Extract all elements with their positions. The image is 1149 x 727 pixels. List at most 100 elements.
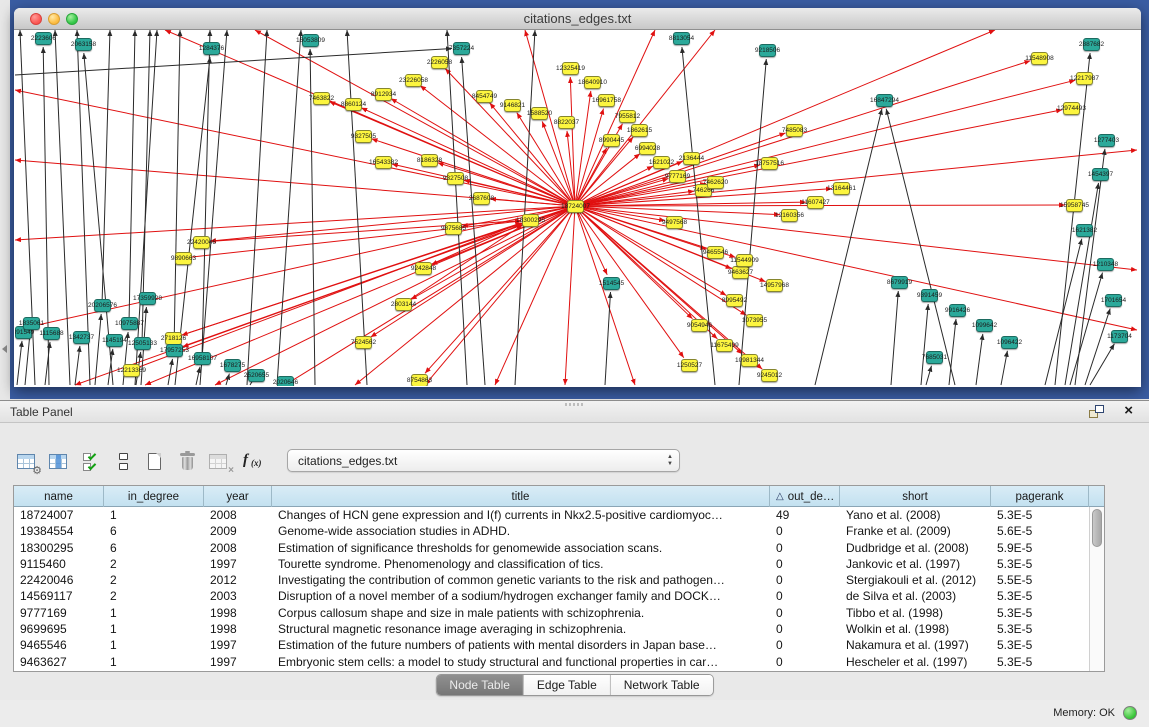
column-header-name[interactable]: name [14, 486, 104, 507]
table-cell[interactable]: 2008 [204, 540, 272, 556]
table-cell[interactable]: 18300295 [14, 540, 104, 556]
table-row[interactable]: 969969511998Structural magnetic resonanc… [14, 621, 1104, 637]
graph-node[interactable]: 8990445 [603, 134, 620, 147]
graph-node[interactable]: 2887682 [1083, 38, 1100, 51]
table-row[interactable]: 946554611997Estimation of the future num… [14, 637, 1104, 653]
table-cell[interactable]: Wolkin et al. (1998) [840, 621, 991, 637]
graph-node[interactable]: 23226058 [405, 74, 422, 87]
graph-node[interactable]: 15958745 [1066, 199, 1083, 212]
table-cell[interactable]: 0 [770, 621, 840, 637]
table-cell[interactable]: Changes of HCN gene expression and I(f) … [272, 507, 770, 523]
table-cell[interactable]: 5.3E-5 [991, 507, 1089, 523]
table-cell[interactable]: Jankovic et al. (1997) [840, 556, 991, 572]
graph-node[interactable]: 1096422 [1001, 336, 1018, 349]
graph-node[interactable]: 7357224 [453, 42, 470, 55]
table-cell[interactable]: Tourette syndrome. Phenomenology and cla… [272, 556, 770, 572]
select-all-icon[interactable] [80, 450, 104, 474]
graph-node[interactable]: 13164461 [833, 182, 850, 195]
graph-node[interactable]: 7463822 [313, 92, 330, 105]
graph-node[interactable]: 9242848 [415, 262, 432, 275]
graph-node[interactable]: 7685031 [926, 351, 943, 364]
table-cell[interactable]: 22420046 [14, 572, 104, 588]
graph-node[interactable]: 7462620 [707, 176, 724, 189]
graph-node[interactable]: 2063158 [75, 38, 92, 51]
panel-resize-grip[interactable] [565, 403, 585, 406]
graph-node[interactable]: 18300295 [522, 214, 539, 227]
table-cell[interactable]: 1997 [204, 556, 272, 572]
table-cell[interactable]: Embryonic stem cells: a model to study s… [272, 654, 770, 670]
table-cell[interactable]: 1998 [204, 605, 272, 621]
table-cell[interactable]: Disruption of a novel member of a sodium… [272, 588, 770, 604]
graph-node[interactable]: 2803144 [395, 298, 412, 311]
delete-column-icon[interactable] [176, 450, 200, 474]
table-cell[interactable]: 1 [104, 654, 204, 670]
table-cell[interactable]: 5.5E-5 [991, 572, 1089, 588]
table-row[interactable]: 946362711997Embryonic stem cells: a mode… [14, 654, 1104, 670]
column-header-short[interactable]: short [840, 486, 991, 507]
graph-node[interactable]: 16053809 [302, 34, 319, 47]
table-cell[interactable]: 9463627 [14, 654, 104, 670]
table-row[interactable]: 1456911722003Disruption of a novel membe… [14, 588, 1104, 604]
table-select-dropdown[interactable]: citations_edges.txt ▲▼ [287, 449, 680, 472]
graph-node[interactable]: 17957253 [166, 344, 183, 357]
table-cell[interactable]: 1 [104, 637, 204, 653]
table-cell[interactable]: 5.6E-5 [991, 523, 1089, 539]
table-cell[interactable]: 0 [770, 540, 840, 556]
table-row[interactable]: 1872400712008Changes of HCN gene express… [14, 507, 1104, 523]
table-row[interactable]: 911546021997Tourette syndrome. Phenomeno… [14, 556, 1104, 572]
table-row[interactable]: 2242004622012Investigating the contribut… [14, 572, 1104, 588]
table-cell[interactable]: Franke et al. (2009) [840, 523, 991, 539]
graph-node[interactable]: 1284376 [203, 42, 220, 55]
table-cell[interactable]: 2012 [204, 572, 272, 588]
graph-node[interactable]: 2687608 [473, 192, 490, 205]
table-cell[interactable]: 2 [104, 556, 204, 572]
table-scrollbar[interactable] [1089, 507, 1104, 671]
graph-node[interactable]: 1073955 [746, 314, 763, 327]
table-cell[interactable]: Nakamura et al. (1997) [840, 637, 991, 653]
show-columns-icon[interactable] [48, 450, 72, 474]
graph-node[interactable]: 1678275 [224, 359, 241, 372]
graph-node[interactable]: 9146821 [504, 99, 521, 112]
graph-node[interactable]: 8995492 [726, 294, 743, 307]
graph-node[interactable]: 8454749 [476, 90, 493, 103]
graph-node[interactable]: 9327508 [447, 172, 464, 185]
graph-node[interactable]: 1835061 [23, 317, 40, 330]
graph-node[interactable]: 1621022 [653, 156, 670, 169]
tab-network-table[interactable]: Network Table [611, 675, 713, 695]
clear-selection-icon[interactable] [112, 450, 136, 474]
graph-node[interactable]: 1173704 [1111, 330, 1128, 343]
table-cell[interactable]: 6 [104, 523, 204, 539]
graph-node[interactable]: 9245012 [761, 369, 778, 382]
table-cell[interactable]: Tibbo et al. (1998) [840, 605, 991, 621]
graph-node[interactable]: 9465546 [707, 246, 724, 259]
graph-node[interactable]: 11544909 [736, 254, 753, 267]
column-header-in_degree[interactable]: in_degree [104, 486, 204, 507]
table-cell[interactable]: Estimation of significance thresholds fo… [272, 540, 770, 556]
graph-node[interactable]: 9875685 [445, 222, 462, 235]
table-cell[interactable]: 2003 [204, 588, 272, 604]
table-cell[interactable]: 5.3E-5 [991, 588, 1089, 604]
graph-node[interactable]: 9777169 [669, 170, 686, 183]
graph-node[interactable]: 8912934 [375, 88, 392, 101]
table-cell[interactable]: 0 [770, 588, 840, 604]
table-cell[interactable]: 5.9E-5 [991, 540, 1089, 556]
column-header-year[interactable]: year [204, 486, 272, 507]
tab-edge-table[interactable]: Edge Table [524, 675, 611, 695]
new-column-icon[interactable] [144, 450, 168, 474]
graph-node[interactable]: 17359928 [139, 292, 156, 305]
table-cell[interactable]: Hescheler et al. (1997) [840, 654, 991, 670]
column-header-pagerank[interactable]: pagerank [991, 486, 1089, 507]
graph-node[interactable]: 9890663 [175, 252, 192, 265]
table-cell[interactable]: 2008 [204, 507, 272, 523]
graph-node[interactable]: 12974493 [1063, 102, 1080, 115]
table-cell[interactable]: 2009 [204, 523, 272, 539]
graph-node[interactable]: 1250527 [681, 359, 698, 372]
graph-node[interactable]: 7955812 [619, 110, 636, 123]
table-cell[interactable]: 49 [770, 507, 840, 523]
table-row[interactable]: 977716911998Corpus callosum shape and si… [14, 605, 1104, 621]
graph-node[interactable]: 20206576 [94, 299, 111, 312]
graph-node[interactable]: 9054946 [691, 319, 708, 332]
graph-node[interactable]: 8679919 [891, 276, 908, 289]
graph-node[interactable]: 22420046 [193, 236, 210, 249]
graph-node[interactable]: 1701654 [1105, 294, 1122, 307]
